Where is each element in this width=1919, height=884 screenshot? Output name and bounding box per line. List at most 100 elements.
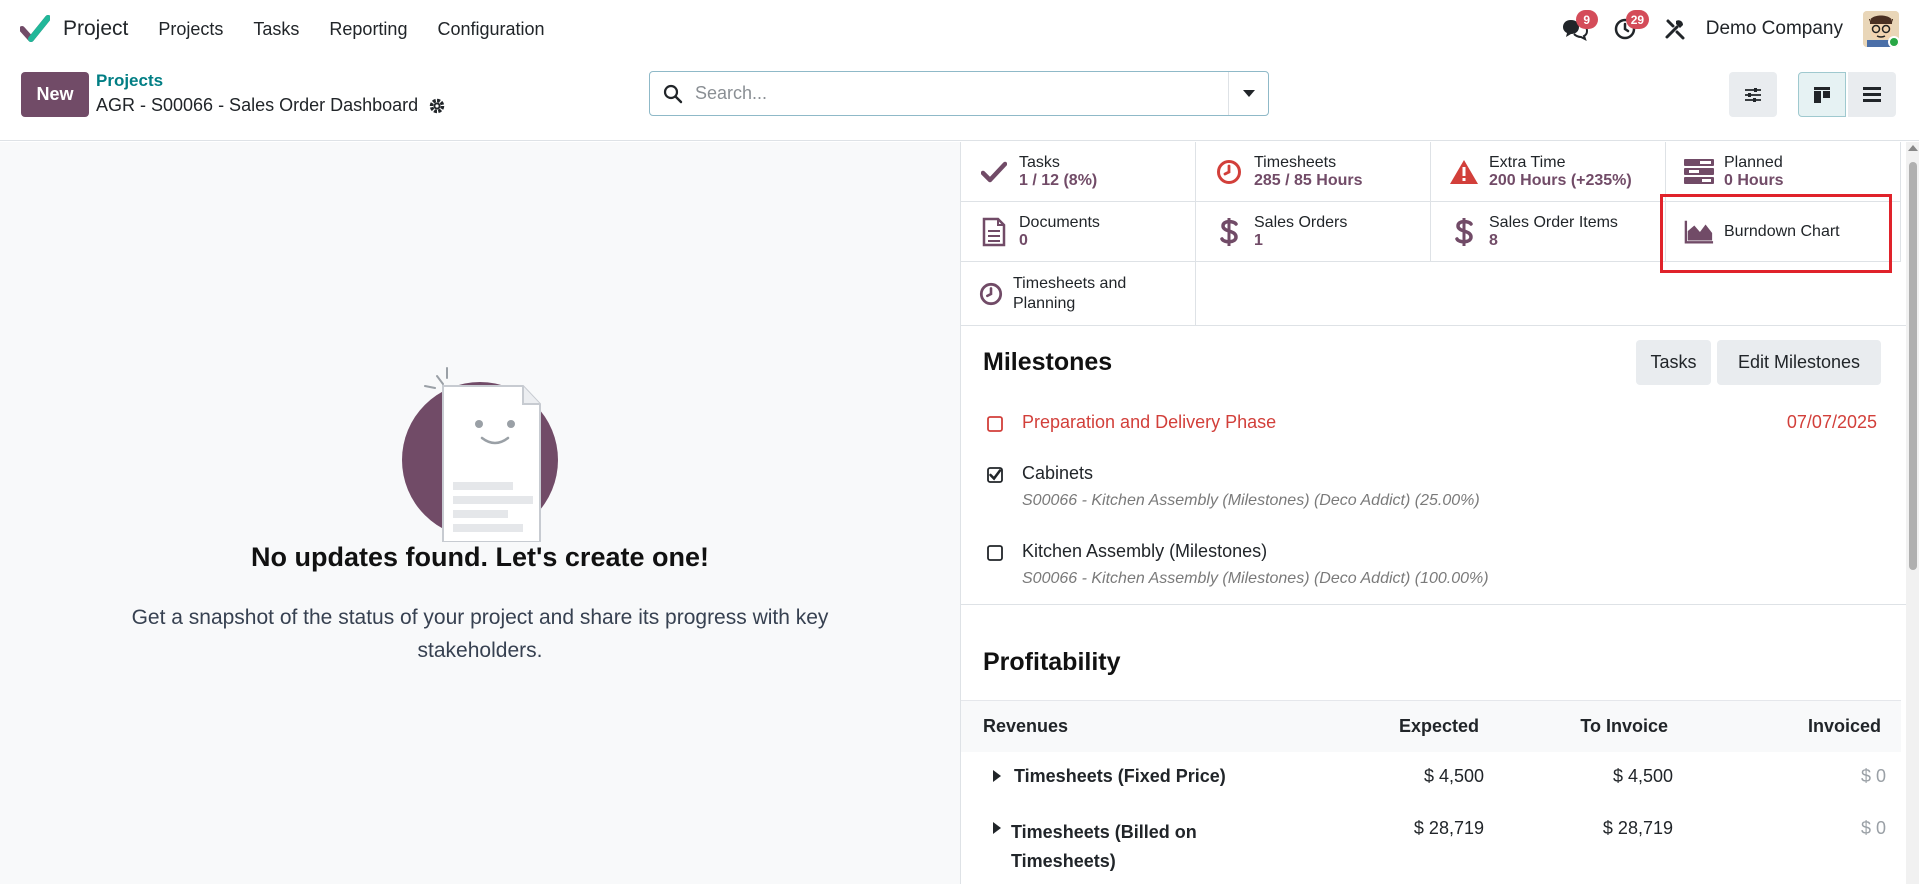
menu-item-tasks[interactable]: Tasks — [238, 19, 314, 40]
systray: 9 29 Demo Company — [1542, 10, 1899, 48]
profitability-title: Profitability — [983, 648, 1121, 676]
new-button[interactable]: New — [21, 72, 89, 117]
invoiced-amount: $ 0 — [1860, 766, 1886, 786]
milestone-sale-line: S00066 - Kitchen Assembly (Milestones) (… — [1022, 492, 1480, 509]
invoiced-amount: $ 0 — [1860, 818, 1886, 838]
column-header-revenues: Revenues — [983, 716, 1069, 736]
stat-button-documents[interactable]: Documents 0 — [961, 202, 1196, 262]
stat-button-extra-time[interactable]: Extra Time 200 Hours (+235%) — [1431, 142, 1666, 202]
scrollbar-thumb[interactable] — [1909, 162, 1917, 570]
stat-button-burndown-chart[interactable]: Burndown Chart — [1666, 202, 1901, 262]
milestone-sale-line: S00066 - Kitchen Assembly (Milestones) (… — [1022, 570, 1489, 587]
activities-count-badge: 29 — [1625, 10, 1650, 29]
stat-button-sales-orders[interactable]: Sales Orders 1 — [1196, 202, 1431, 262]
area-chart-icon — [1684, 217, 1714, 247]
milestones-divider — [961, 604, 1906, 605]
check-icon — [979, 157, 1009, 187]
to-invoice-amount: $ 4,500 — [1612, 766, 1673, 786]
tasks-icon — [1684, 157, 1714, 187]
company-switcher[interactable]: Demo Company — [1706, 18, 1843, 40]
expected-amount: $ 4,500 — [1423, 766, 1484, 786]
kanban-view-button[interactable] — [1798, 72, 1846, 117]
empty-document-illustration — [395, 352, 565, 543]
stat-value: 0 Hours — [1724, 171, 1784, 189]
page-title: AGR - S00066 - Sales Order Dashboard — [96, 95, 419, 115]
stat-grid-bottom-border — [961, 325, 1906, 326]
menu-item-projects[interactable]: Projects — [143, 19, 238, 40]
revenue-type-name: Timesheets (Billed on Timesheets) — [1011, 822, 1197, 871]
stat-label: Timesheets — [1254, 153, 1337, 171]
app-brand[interactable]: Project — [19, 15, 129, 43]
checkbox-unchecked-icon[interactable] — [987, 545, 1003, 561]
milestone-item[interactable]: Kitchen Assembly (Milestones) S00066 - K… — [987, 541, 1877, 588]
list-view-button[interactable] — [1848, 72, 1896, 117]
milestone-item[interactable]: Cabinets S00066 - Kitchen Assembly (Mile… — [987, 463, 1877, 510]
column-header-to-invoice[interactable]: To Invoice — [1580, 716, 1668, 737]
breadcrumb: Projects AGR - S00066 - Sales Order Dash… — [96, 71, 446, 116]
stat-button-timesheets-planning[interactable]: Timesheets and Planning — [961, 262, 1196, 326]
debug-tools-button[interactable] — [1658, 12, 1692, 46]
milestone-name: Cabinets — [1022, 463, 1094, 483]
stat-label: Planned — [1724, 153, 1783, 171]
column-header-expected[interactable]: Expected — [1399, 716, 1479, 737]
dollar-icon — [1449, 217, 1479, 247]
stat-label: Extra Time — [1489, 153, 1566, 171]
project-app-icon — [19, 15, 51, 43]
stat-label: Documents — [1019, 213, 1100, 231]
dollar-icon — [1214, 217, 1244, 247]
checkbox-checked-icon[interactable] — [987, 467, 1003, 483]
sliders-icon — [1745, 87, 1761, 102]
caret-right-icon[interactable] — [993, 770, 1001, 782]
activities-button[interactable]: 29 — [1608, 10, 1650, 46]
stat-label: Sales Order Items — [1489, 213, 1618, 231]
no-content-helper: No updates found. Let's create one! Get … — [0, 352, 960, 667]
clock-icon — [1214, 157, 1244, 187]
stat-value: 1 / 12 (8%) — [1019, 171, 1098, 189]
menu-item-reporting[interactable]: Reporting — [314, 19, 422, 40]
scroll-up-arrow-icon[interactable] — [1908, 145, 1918, 151]
edit-milestones-button[interactable]: Edit Milestones — [1717, 340, 1881, 385]
search-options-toggle[interactable] — [1228, 72, 1268, 115]
panel-settings-button[interactable] — [1729, 72, 1777, 117]
menu-item-configuration[interactable]: Configuration — [422, 19, 559, 40]
stat-value: 1 — [1254, 231, 1263, 249]
stat-button-tasks[interactable]: Tasks 1 / 12 (8%) — [961, 142, 1196, 202]
stat-button-sales-order-items[interactable]: Sales Order Items 8 — [1431, 202, 1666, 262]
stat-label: Sales Orders — [1254, 213, 1348, 231]
list-icon — [1863, 86, 1881, 102]
expected-amount: $ 28,719 — [1413, 818, 1484, 838]
warning-icon — [1449, 157, 1479, 187]
stat-value: 200 Hours (+235%) — [1489, 171, 1632, 189]
helper-title: No updates found. Let's create one! — [251, 542, 709, 572]
stat-label: Burndown Chart — [1724, 222, 1840, 240]
stat-button-timesheets[interactable]: Timesheets 285 / 85 Hours — [1196, 142, 1431, 202]
column-header-invoiced[interactable]: Invoiced — [1808, 716, 1881, 737]
stat-button-planned[interactable]: Planned 0 Hours — [1666, 142, 1901, 202]
breadcrumb-projects-link[interactable]: Projects — [96, 71, 446, 91]
profitability-table-header: Revenues Expected To Invoice Invoiced — [961, 700, 1901, 752]
caret-right-icon[interactable] — [993, 822, 1001, 834]
online-status-dot — [1888, 36, 1899, 47]
checkbox-unchecked-icon[interactable] — [987, 416, 1003, 432]
tools-icon — [1665, 19, 1685, 40]
control-panel: New Projects AGR - S00066 - Sales Order … — [0, 58, 1919, 141]
stat-value: 285 / 85 Hours — [1254, 171, 1363, 189]
top-navbar: Project Projects Tasks Reporting Configu… — [0, 0, 1919, 58]
clock-icon — [979, 279, 1003, 309]
kanban-icon — [1814, 86, 1830, 103]
gear-icon[interactable] — [428, 97, 446, 115]
messages-count-badge: 9 — [1575, 10, 1598, 29]
search-input[interactable] — [695, 83, 1195, 104]
user-avatar[interactable] — [1863, 11, 1899, 47]
stat-label: Timesheets and Planning — [1013, 274, 1127, 312]
stat-value: 8 — [1489, 231, 1498, 249]
main-menu: Projects Tasks Reporting Configuration — [143, 19, 559, 40]
milestone-item[interactable]: Preparation and Delivery Phase 07/07/202… — [987, 412, 1877, 433]
milestone-deadline: 07/07/2025 — [1786, 412, 1877, 432]
helper-text: Get a snapshot of the status of your pro… — [131, 606, 829, 662]
milestones-tasks-button[interactable]: Tasks — [1636, 340, 1711, 385]
right-pane-scrollbar[interactable] — [1906, 142, 1919, 884]
messages-button[interactable]: 9 — [1558, 10, 1598, 46]
app-name: Project — [63, 17, 129, 40]
caret-down-icon — [1242, 89, 1255, 97]
